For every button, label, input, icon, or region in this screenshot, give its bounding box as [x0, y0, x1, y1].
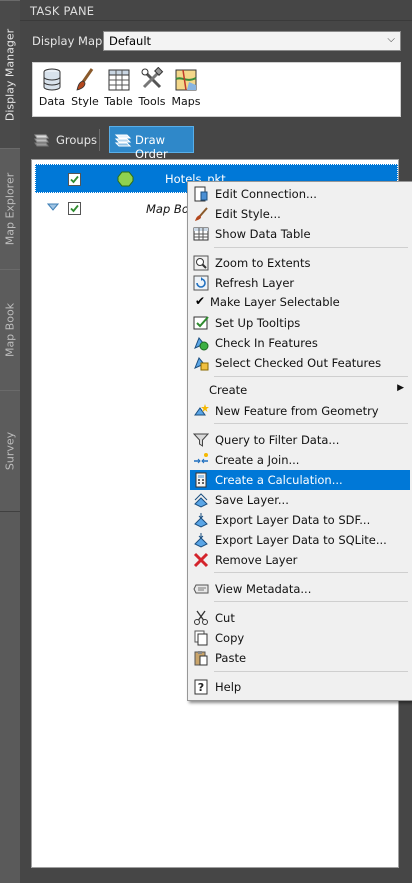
menu-item-query-to-filter-data[interactable]: Query to Filter Data...: [190, 430, 410, 450]
cut-icon: [194, 610, 208, 625]
checkmark-icon: ✔: [195, 294, 206, 308]
menu-separator: [214, 671, 408, 672]
maps-label: Maps: [171, 95, 201, 108]
join-icon: [194, 453, 208, 464]
draw-order-button[interactable]: Draw Order: [109, 126, 194, 161]
menu-separator: [214, 572, 408, 573]
tab-display-manager[interactable]: Display Manager: [0, 0, 20, 149]
tab-label: Survey: [3, 431, 17, 471]
menu-item-copy[interactable]: Copy: [190, 628, 410, 648]
menu-item-create-a-calculation[interactable]: Create a Calculation...: [190, 470, 410, 490]
group-visibility-checkbox[interactable]: [68, 202, 81, 215]
table-icon: [193, 227, 209, 241]
menu-item-edit-style[interactable]: Edit Style...: [190, 204, 410, 224]
pane-title: TASK PANE: [30, 4, 95, 18]
checkmark-icon: [70, 175, 79, 184]
menu-separator: [214, 601, 408, 602]
metadata-icon: [193, 584, 209, 594]
data-label: Data: [38, 95, 66, 108]
save-layer-icon: [194, 493, 208, 508]
tab-survey[interactable]: Survey: [0, 390, 20, 512]
draw-order-icon: [114, 134, 132, 147]
menu-item-cut[interactable]: Cut: [190, 608, 410, 628]
tab-divider: [99, 129, 100, 151]
remove-icon: [193, 552, 209, 568]
tooltip-icon: [193, 316, 209, 330]
chevron-down-icon: ⌵: [387, 34, 395, 45]
calculator-icon: [195, 472, 207, 488]
copy-icon: [194, 630, 208, 646]
menu-item-make-layer-selectable[interactable]: ✔ Make Layer Selectable: [190, 292, 410, 312]
view-tabs: Groups Draw Order: [30, 126, 400, 161]
brush-icon: [76, 68, 94, 91]
tools-label: Tools: [138, 95, 166, 108]
menu-item-create-a-join[interactable]: Create a Join...: [190, 450, 410, 470]
tab-label: Map Explorer: [3, 172, 17, 246]
menu-item-new-feature-from-geometry[interactable]: New Feature from Geometry: [190, 401, 410, 421]
menu-item-help[interactable]: ? Help: [190, 677, 410, 697]
checkmark-icon: [70, 204, 79, 213]
style-button[interactable]: Style: [68, 67, 102, 108]
title-divider: [20, 20, 412, 21]
menu-item-export-sqlite[interactable]: Export Layer Data to SQLite...: [190, 530, 410, 550]
tab-label: Map Book: [3, 302, 17, 358]
paste-icon: [194, 651, 208, 666]
display-map-label: Display Map:: [32, 34, 107, 48]
refresh-icon: [193, 275, 209, 291]
menu-separator: [214, 247, 408, 248]
help-icon: ?: [194, 679, 208, 695]
check-in-icon: [194, 337, 209, 351]
menu-separator: [214, 376, 408, 377]
menu-item-zoom-to-extents[interactable]: Zoom to Extents: [190, 253, 410, 273]
export-sqlite-icon: [194, 533, 208, 548]
groups-label: Groups: [56, 133, 98, 147]
menu-item-view-metadata[interactable]: View Metadata...: [190, 579, 410, 599]
groups-icon: [34, 134, 49, 147]
draw-order-label: Draw Order: [135, 133, 168, 161]
menu-item-show-data-table[interactable]: Show Data Table: [190, 224, 410, 244]
menu-item-select-checked-out-features[interactable]: Select Checked Out Features: [190, 353, 410, 373]
layer-visibility-checkbox[interactable]: [68, 173, 81, 186]
display-map-select[interactable]: Default ⌵: [103, 31, 401, 51]
maps-icon: [175, 69, 197, 91]
table-icon: [108, 69, 129, 91]
connection-icon: [194, 186, 208, 202]
filter-icon: [193, 433, 209, 447]
export-sdf-icon: [194, 513, 208, 528]
menu-item-remove-layer[interactable]: Remove Layer: [190, 550, 410, 570]
menu-item-export-sdf[interactable]: Export Layer Data to SDF...: [190, 510, 410, 530]
sidebar: Display Manager Map Explorer Map Book Su…: [0, 0, 20, 883]
svg-text:?: ?: [198, 681, 204, 694]
menu-separator: [214, 423, 408, 424]
layer-context-menu: Edit Connection... Edit Style... Show Da…: [187, 181, 412, 701]
table-button[interactable]: Table: [102, 67, 135, 108]
menu-item-save-layer[interactable]: Save Layer...: [190, 490, 410, 510]
menu-item-create[interactable]: Create ▶: [190, 380, 410, 400]
menu-item-check-in-features[interactable]: Check In Features: [190, 333, 410, 353]
menu-item-set-up-tooltips[interactable]: Set Up Tooltips: [190, 313, 410, 333]
new-feature-icon: [194, 404, 209, 416]
tab-label: Display Manager: [3, 28, 17, 121]
maps-button[interactable]: Maps: [169, 67, 203, 108]
tab-map-book[interactable]: Map Book: [0, 269, 20, 391]
menu-item-refresh-layer[interactable]: Refresh Layer: [190, 273, 410, 293]
ribbon-toolbar: Data Style Table Tools Maps: [32, 62, 401, 117]
group-name[interactable]: Map Bo: [146, 202, 189, 216]
menu-item-paste[interactable]: Paste: [190, 648, 410, 668]
brush-icon: [195, 207, 208, 221]
database-icon: [43, 68, 61, 91]
polygon-style-icon: [117, 171, 134, 187]
tab-map-explorer[interactable]: Map Explorer: [0, 148, 20, 270]
zoom-extents-icon: [193, 255, 209, 271]
display-map-value: Default: [109, 34, 152, 48]
table-label: Table: [104, 95, 133, 108]
style-label: Style: [71, 95, 99, 108]
expand-toggle-icon[interactable]: [47, 203, 59, 211]
submenu-arrow-icon: ▶: [397, 383, 404, 393]
menu-item-edit-connection[interactable]: Edit Connection...: [190, 184, 410, 204]
tools-button[interactable]: Tools: [135, 67, 169, 108]
tools-icon: [141, 67, 164, 89]
data-button[interactable]: Data: [37, 67, 67, 108]
select-checked-out-icon: [194, 357, 209, 371]
